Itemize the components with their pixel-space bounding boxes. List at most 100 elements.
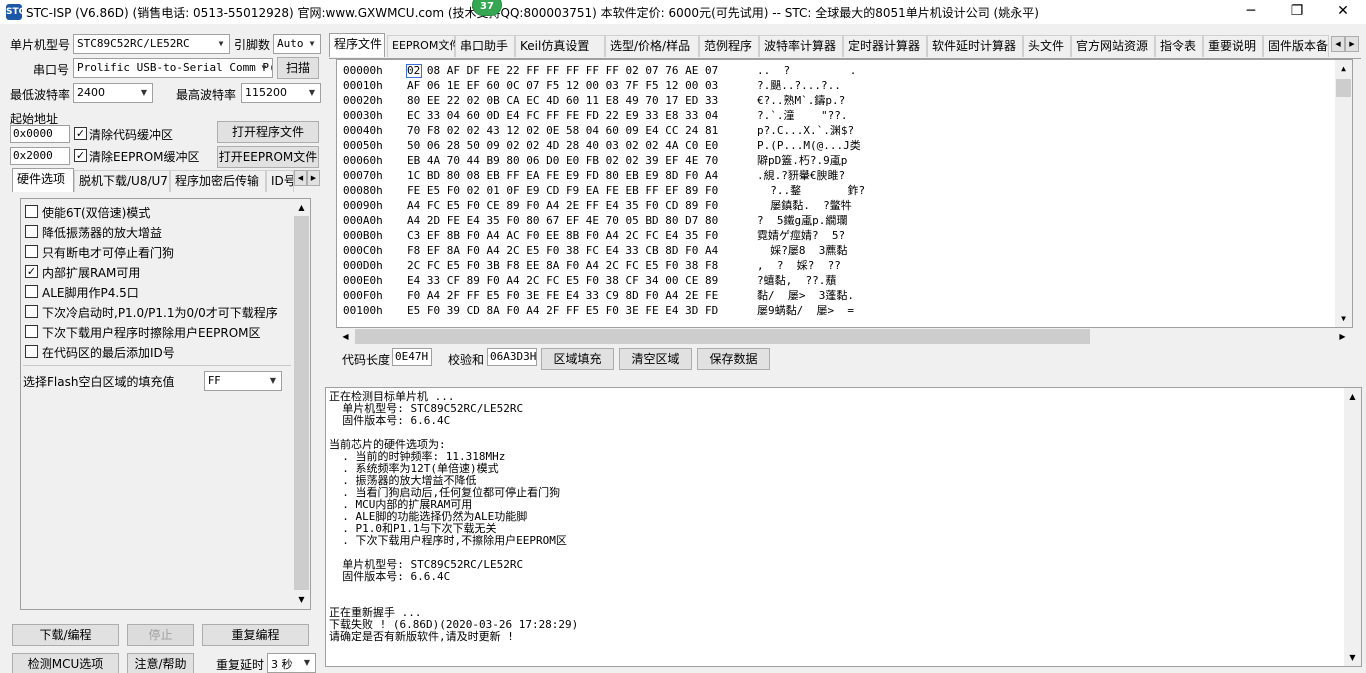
clear-code-checkbox[interactable]: ✓ bbox=[74, 127, 87, 140]
scroll-down-icon[interactable]: ▼ bbox=[293, 591, 310, 608]
option-checkbox[interactable] bbox=[25, 245, 38, 258]
tab-selection-price[interactable]: 选型/价格/样品 bbox=[605, 35, 699, 57]
min-baud-select[interactable]: 2400 ▼ bbox=[73, 83, 153, 103]
hex-address: 00030h bbox=[343, 109, 383, 122]
hex-bytes[interactable]: FE E5 F0 02 01 0F E9 CD F9 EA FE EB FF E… bbox=[407, 183, 718, 198]
hex-address: 000B0h bbox=[343, 229, 383, 242]
tab-website-resources[interactable]: 官方网站资源 bbox=[1071, 35, 1155, 57]
fill-region-button[interactable]: 区域填充 bbox=[541, 348, 614, 370]
help-button[interactable]: 注意/帮助 bbox=[127, 653, 194, 673]
download-button[interactable]: 下载/编程 bbox=[12, 624, 119, 646]
option-checkbox[interactable] bbox=[25, 325, 38, 338]
clear-region-button[interactable]: 清空区域 bbox=[619, 348, 692, 370]
minimize-icon[interactable]: ─ bbox=[1228, 0, 1274, 24]
tab-id[interactable]: ID号 bbox=[266, 170, 294, 192]
option-checkbox[interactable] bbox=[25, 225, 38, 238]
hex-bytes[interactable]: 02 08 AF DF FE 22 FF FF FF FF FF 02 07 7… bbox=[407, 63, 718, 78]
tab-scroll-right-icon[interactable]: ▶ bbox=[307, 170, 320, 186]
tab-keil-sim[interactable]: Keil仿真设置 bbox=[515, 35, 605, 57]
fill-value-select[interactable]: FF ▼ bbox=[204, 371, 282, 391]
scroll-up-icon[interactable]: ▲ bbox=[1335, 60, 1352, 77]
hex-bytes[interactable]: 80 EE 22 02 0B CA EC 4D 60 11 E8 49 70 1… bbox=[407, 93, 718, 108]
fill-value-label: 选择Flash空白区域的填充值 bbox=[23, 375, 175, 389]
clear-eeprom-checkbox[interactable]: ✓ bbox=[74, 149, 87, 162]
tab-timer-calc[interactable]: 定时器计算器 bbox=[843, 35, 927, 57]
option-checkbox[interactable] bbox=[25, 205, 38, 218]
scroll-down-icon[interactable]: ▼ bbox=[1335, 310, 1352, 327]
options-scrollbar[interactable]: ▲ ▼ bbox=[293, 199, 310, 609]
hex-bytes[interactable]: EC 33 04 60 0D E4 FC FF FE FD 22 E9 33 E… bbox=[407, 108, 718, 123]
tab-baud-calc[interactable]: 波特率计算器 bbox=[759, 35, 843, 57]
scan-button[interactable]: 扫描 bbox=[277, 57, 319, 79]
tab-scroll-left-icon[interactable]: ◀ bbox=[294, 170, 307, 186]
tab-hardware[interactable]: 硬件选项 bbox=[12, 168, 74, 192]
tab-scroll-left-icon[interactable]: ◀ bbox=[1331, 36, 1345, 52]
scroll-thumb[interactable] bbox=[355, 329, 1090, 344]
hex-bytes[interactable]: 70 F8 02 02 43 12 02 0E 58 04 60 09 E4 C… bbox=[407, 123, 718, 138]
hex-ascii: ?.颶..?...?.. bbox=[757, 79, 841, 92]
option-label: 在代码区的最后添加ID号 bbox=[42, 346, 175, 360]
hex-editor[interactable]: 00000h 02 08 AF DF FE 22 FF FF FF FF FF 0… bbox=[336, 59, 1353, 328]
hex-bytes[interactable]: C3 EF 8B F0 A4 AC F0 EE 8B F0 A4 2C FC E… bbox=[407, 228, 718, 243]
restore-icon[interactable]: ❐ bbox=[1274, 0, 1320, 24]
hex-bytes[interactable]: 50 06 28 50 09 02 02 4D 28 40 03 02 02 4… bbox=[407, 138, 718, 153]
tab-encrypt[interactable]: 程序加密后传输 bbox=[170, 170, 266, 192]
hex-bytes[interactable]: A4 FC E5 F0 CE 89 F0 A4 2E FF E4 35 F0 C… bbox=[407, 198, 718, 213]
tab-serial-helper[interactable]: 串口助手 bbox=[455, 35, 515, 57]
option-checkbox[interactable]: ✓ bbox=[25, 265, 38, 278]
tab-important-notes[interactable]: 重要说明 bbox=[1203, 35, 1263, 57]
option-checkbox[interactable] bbox=[25, 305, 38, 318]
scroll-thumb[interactable] bbox=[294, 216, 309, 590]
hex-bytes[interactable]: 1C BD 80 08 EB FF EA FE E9 FD 80 EB E9 8… bbox=[407, 168, 718, 183]
hex-bytes[interactable]: E4 33 CF 89 F0 A4 2C FC E5 F0 38 CF 34 0… bbox=[407, 273, 718, 288]
hex-bytes[interactable]: E5 F0 39 CD 8A F0 A4 2F FF E5 F0 3E FE E… bbox=[407, 303, 718, 318]
hex-bytes[interactable]: F0 A4 2F FF E5 F0 3E FE E4 33 C9 8D F0 A… bbox=[407, 288, 718, 303]
tab-delay-calc[interactable]: 软件延时计算器 bbox=[927, 35, 1023, 57]
max-baud-select[interactable]: 115200 ▼ bbox=[241, 83, 321, 103]
notification-badge[interactable]: 37 bbox=[472, 0, 502, 16]
log-output[interactable]: 正在检测目标单片机 ... 单片机型号: STC89C52RC/LE52RC 固… bbox=[325, 387, 1362, 667]
hex-ascii: 隦pD篕.朽?.9颪p bbox=[757, 154, 848, 167]
hex-vscrollbar[interactable]: ▲ ▼ bbox=[1335, 60, 1352, 327]
code-addr-input[interactable]: 0x0000 bbox=[10, 125, 70, 143]
chevron-down-icon: ▼ bbox=[140, 88, 148, 97]
scroll-down-icon[interactable]: ▼ bbox=[1344, 649, 1361, 666]
tab-firmware-notes[interactable]: 固件版本备 bbox=[1263, 35, 1329, 57]
scroll-up-icon[interactable]: ▲ bbox=[293, 199, 310, 216]
pin-count-select[interactable]: Auto ▼ bbox=[273, 34, 321, 54]
close-icon[interactable]: ✕ bbox=[1320, 0, 1366, 24]
scroll-right-icon[interactable]: ▶ bbox=[1334, 328, 1351, 345]
detect-mcu-button[interactable]: 检测MCU选项 bbox=[12, 653, 119, 673]
hex-address: 00080h bbox=[343, 184, 383, 197]
tab-eeprom-file[interactable]: EEPROM文件 bbox=[387, 35, 460, 57]
hex-hscrollbar[interactable]: ◀ ▶ bbox=[337, 328, 1352, 345]
hex-bytes[interactable]: A4 2D FE E4 35 F0 80 67 EF 4E 70 05 BD 8… bbox=[407, 213, 718, 228]
repeat-delay-select[interactable]: 3 秒 ▼ bbox=[267, 653, 316, 673]
tab-program-file[interactable]: 程序文件 bbox=[329, 33, 385, 57]
option-checkbox[interactable] bbox=[25, 285, 38, 298]
open-program-button[interactable]: 打开程序文件 bbox=[217, 121, 319, 143]
tab-header-files[interactable]: 头文件 bbox=[1023, 35, 1071, 57]
open-eeprom-button[interactable]: 打开EEPROM文件 bbox=[217, 146, 319, 168]
tab-instruction-table[interactable]: 指令表 bbox=[1155, 35, 1203, 57]
save-data-button[interactable]: 保存数据 bbox=[697, 348, 770, 370]
scroll-left-icon[interactable]: ◀ bbox=[337, 328, 354, 345]
tab-offline[interactable]: 脱机下载/U8/U7 bbox=[74, 170, 170, 192]
reprogram-button[interactable]: 重复编程 bbox=[202, 624, 309, 646]
log-scrollbar[interactable]: ▲ ▼ bbox=[1344, 388, 1361, 666]
hex-bytes[interactable]: 2C FC E5 F0 3B F8 EE 8A F0 A4 2C FC E5 F… bbox=[407, 258, 718, 273]
scroll-thumb[interactable] bbox=[1336, 79, 1351, 97]
mcu-type-select[interactable]: STC89C52RC/LE52RC ▼ bbox=[73, 34, 230, 54]
hex-bytes[interactable]: AF 06 1E EF 60 0C 07 F5 12 00 03 7F F5 1… bbox=[407, 78, 718, 93]
hex-bytes[interactable]: F8 EF 8A F0 A4 2C E5 F0 38 FC E4 33 CB 8… bbox=[407, 243, 718, 258]
hex-address: 000F0h bbox=[343, 289, 383, 302]
tab-scroll-right-icon[interactable]: ▶ bbox=[1345, 36, 1359, 52]
hex-bytes[interactable]: EB 4A 70 44 B9 80 06 D0 E0 FB 02 02 39 E… bbox=[407, 153, 718, 168]
eeprom-addr-input[interactable]: 0x2000 bbox=[10, 147, 70, 165]
tab-examples[interactable]: 范例程序 bbox=[699, 35, 759, 57]
port-select[interactable]: Prolific USB-to-Serial Comm P( ▼ bbox=[73, 58, 273, 78]
hex-ascii: €?..熟M`.鑄p.? bbox=[757, 94, 846, 107]
stop-button[interactable]: 停止 bbox=[127, 624, 194, 646]
scroll-up-icon[interactable]: ▲ bbox=[1344, 388, 1361, 405]
option-checkbox[interactable] bbox=[25, 345, 38, 358]
